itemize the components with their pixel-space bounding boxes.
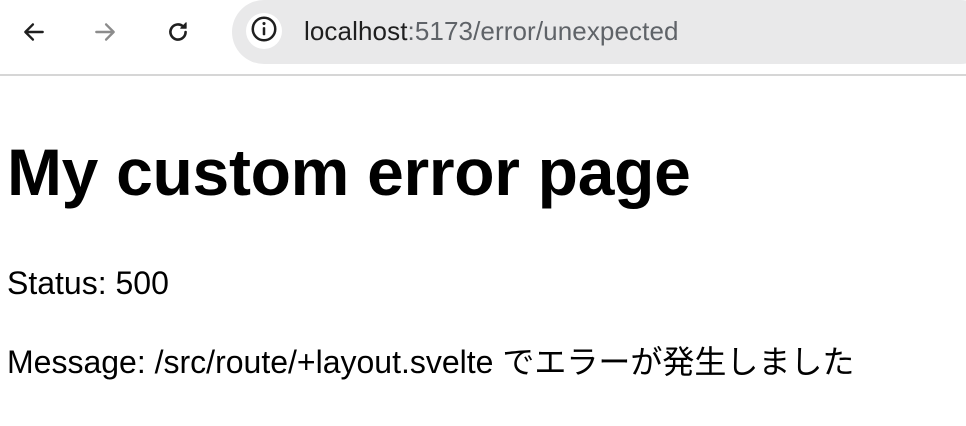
status-text: Status: 500 <box>7 265 169 301</box>
info-circle-icon <box>249 14 279 49</box>
arrow-left-icon <box>21 19 47 45</box>
url-path: :5173/error/unexpected <box>407 16 679 46</box>
back-button[interactable] <box>14 12 54 52</box>
page-title: My custom error page <box>7 135 691 209</box>
url-text[interactable]: localhost:5173/error/unexpected <box>304 15 679 47</box>
error-message-text: Message: /src/route/+layout.svelte でエラーが… <box>7 344 855 380</box>
browser-toolbar: localhost:5173/error/unexpected <box>0 0 966 76</box>
reload-icon <box>165 19 191 45</box>
site-info-button[interactable] <box>246 13 282 49</box>
arrow-right-icon <box>92 19 118 45</box>
url-host: localhost <box>304 16 408 46</box>
address-bar[interactable]: localhost:5173/error/unexpected <box>232 0 966 64</box>
forward-button[interactable] <box>85 12 125 52</box>
reload-button[interactable] <box>158 12 198 52</box>
